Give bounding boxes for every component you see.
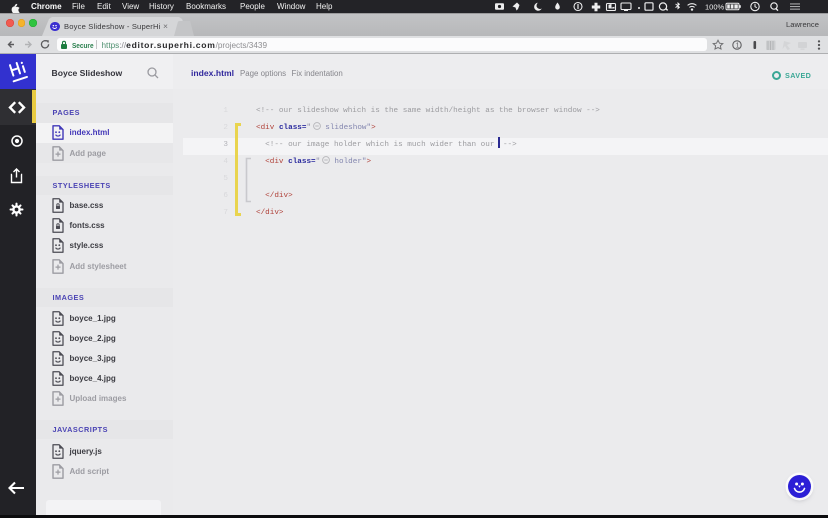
svg-text:100%: 100% (705, 3, 725, 12)
svg-text:1: 1 (736, 42, 740, 49)
